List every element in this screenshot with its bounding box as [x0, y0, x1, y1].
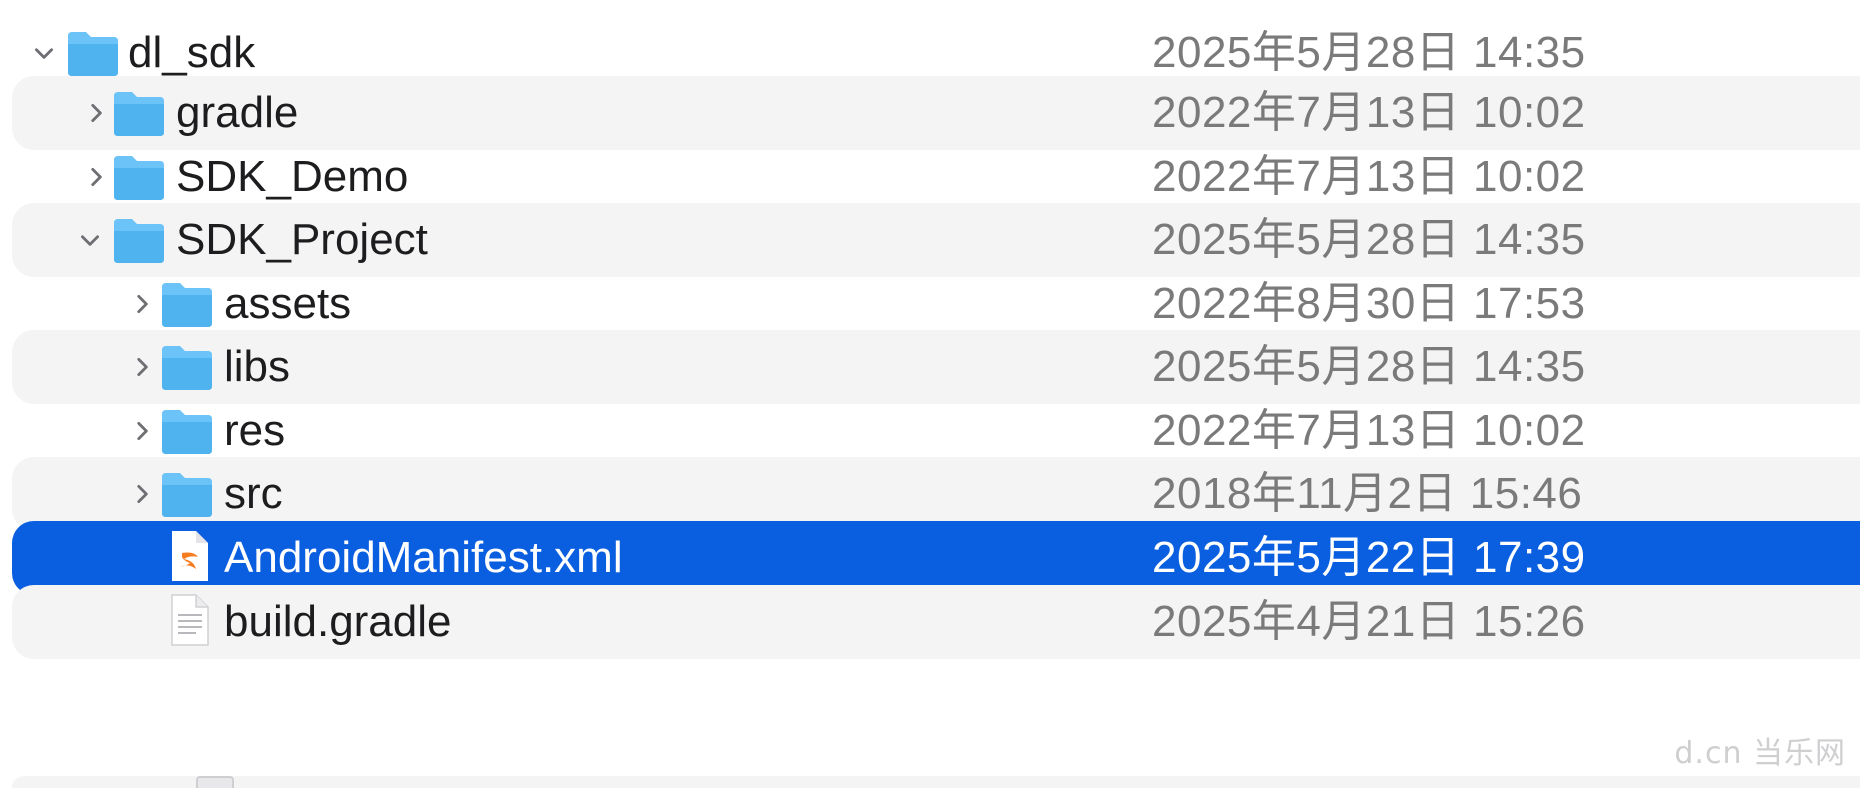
file-name: libs: [224, 342, 291, 391]
text-file-icon: [160, 593, 218, 647]
date-modified: 2025年5月28日 14:35: [1152, 342, 1586, 391]
swift-file-icon: [160, 529, 218, 583]
folder-icon: [64, 26, 122, 80]
folder-icon: [158, 467, 216, 521]
file-name: AndroidManifest.xml: [224, 533, 623, 582]
date-modified: 2025年4月21日 15:26: [1152, 597, 1586, 646]
file-row-partial[interactable]: [12, 776, 1860, 788]
date-modified: 2025年5月28日 14:35: [1152, 215, 1586, 264]
file-row-gradle[interactable]: gradle 2022年7月13日 10:02: [12, 76, 1860, 150]
date-modified: 2018年11月2日 15:46: [1152, 469, 1583, 518]
folder-icon: [158, 404, 216, 458]
file-icon-partial: [196, 776, 234, 788]
file-row-build-gradle[interactable]: build.gradle 2025年4月21日 15:26: [12, 585, 1860, 659]
file-row-src[interactable]: src 2018年11月2日 15:46: [12, 457, 1860, 531]
file-name: gradle: [176, 88, 299, 137]
folder-icon: [110, 150, 168, 204]
file-name: SDK_Project: [176, 215, 428, 264]
file-row-sdk-project[interactable]: SDK_Project 2025年5月28日 14:35: [12, 203, 1860, 277]
date-modified: 2022年7月13日 10:02: [1152, 88, 1586, 137]
folder-icon: [110, 213, 168, 267]
file-row-androidmanifest-xml[interactable]: AndroidManifest.xml 2025年5月22日 17:39: [12, 521, 1860, 595]
folder-icon: [158, 277, 216, 331]
file-name: src: [224, 469, 283, 518]
chevron-right-icon[interactable]: [122, 411, 162, 451]
folder-icon: [158, 340, 216, 394]
file-row-libs[interactable]: libs 2025年5月28日 14:35: [12, 330, 1860, 404]
chevron-right-icon[interactable]: [122, 347, 162, 387]
date-modified: 2025年5月22日 17:39: [1152, 533, 1586, 582]
file-list: dl_sdk 2025年5月28日 14:35 gradle 2022年7月13…: [0, 0, 1860, 788]
chevron-down-icon[interactable]: [70, 220, 110, 260]
watermark: d.cn 当乐网: [1674, 736, 1846, 771]
folder-icon: [110, 86, 168, 140]
file-name: build.gradle: [224, 597, 452, 646]
chevron-right-icon[interactable]: [122, 284, 162, 324]
chevron-down-icon[interactable]: [24, 33, 64, 73]
chevron-right-icon[interactable]: [122, 474, 162, 514]
